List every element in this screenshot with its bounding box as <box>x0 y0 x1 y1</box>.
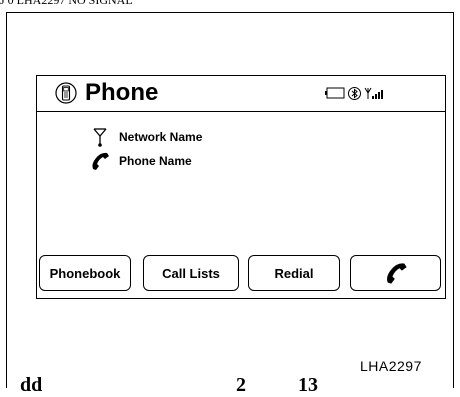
network-name-label: Network Name <box>119 130 203 144</box>
redial-button[interactable]: Redial <box>248 255 340 291</box>
phonebook-button[interactable]: Phonebook <box>39 255 131 291</box>
battery-icon <box>325 87 345 99</box>
bottom-cut-text-1: dd <box>20 374 43 396</box>
figure-code: LHA2297 <box>360 358 422 374</box>
handset-icon <box>92 152 109 170</box>
title-bar: Phone <box>37 76 445 112</box>
top-cut-text: J 0 LHA2297 NO SIGNAL <box>0 0 133 7</box>
phone-screen: Phone Network Name Phone Name Phonebook … <box>36 75 446 299</box>
call-lists-button[interactable]: Call Lists <box>143 255 239 291</box>
status-icons <box>325 86 384 100</box>
redial-label: Redial <box>274 265 314 281</box>
mobile-phone-icon <box>55 82 77 104</box>
bottom-cut-text-3: 13 <box>298 374 318 396</box>
screen-title: Phone <box>85 79 159 106</box>
bluetooth-icon <box>348 86 361 100</box>
phone-name-label: Phone Name <box>119 154 192 168</box>
handset-icon <box>386 263 407 284</box>
phone-row: Phone Name <box>89 150 192 172</box>
bottom-cut-text-2: 2 <box>236 374 246 396</box>
network-row: Network Name <box>89 126 202 148</box>
call-button[interactable] <box>350 255 441 291</box>
antenna-icon <box>93 128 107 147</box>
phonebook-label: Phonebook <box>49 265 121 281</box>
signal-bars-icon <box>364 87 383 99</box>
call-lists-label: Call Lists <box>162 265 220 281</box>
